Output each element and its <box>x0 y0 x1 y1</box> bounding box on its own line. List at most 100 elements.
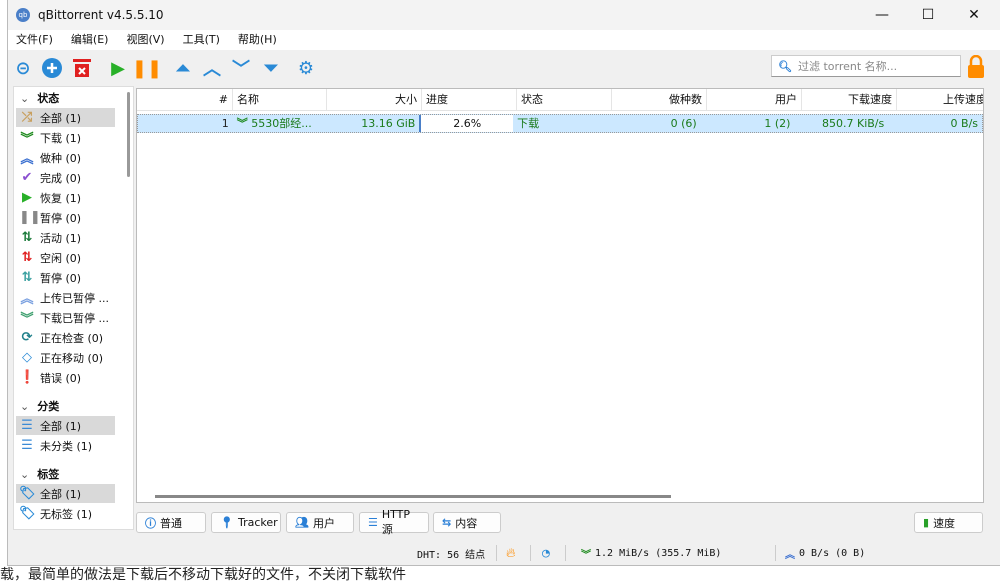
row-size: 13.16 GiB <box>361 117 416 130</box>
upload-speed-status[interactable]: ︽ 0 B/s (0 B) <box>785 543 865 563</box>
move-bottom-icon[interactable]: ⏷ <box>260 57 282 79</box>
minimize-button[interactable]: — <box>859 0 905 30</box>
download-speed-status[interactable]: ︾ 1.2 MiB/s (355.7 MiB) <box>581 543 721 563</box>
tab-label: 内容 <box>455 516 478 530</box>
row-num: 1 <box>221 117 229 130</box>
database-icon: ☰ <box>368 516 378 529</box>
status-icon: ︾ <box>20 132 34 147</box>
sidebar-status-item[interactable]: ⤮ 全部 (1) <box>16 108 115 127</box>
tab-peers[interactable]: 👥︎ 用户 <box>286 512 354 533</box>
tab-label: 速度 <box>933 516 956 530</box>
sidebar-status-item[interactable]: ︽ 做种 (0) <box>16 148 115 168</box>
options-icon[interactable]: ⚙ <box>295 57 317 79</box>
upload-arrow-icon: ︽ <box>785 549 795 561</box>
add-torrent-icon[interactable] <box>42 58 62 78</box>
sidebar-status-item[interactable]: ◇ 正在移动 (0) <box>16 348 115 367</box>
row-name: 5530部经... <box>251 117 312 130</box>
sidebar-status-item[interactable]: ⇅ 暂停 (0) <box>16 268 115 287</box>
status-label: 上传已暂停 ... <box>40 291 109 305</box>
col-progress[interactable]: 进度 <box>422 89 517 110</box>
close-button[interactable]: ✕ <box>951 0 997 30</box>
sidebar-status-item[interactable]: ︾ 下载 (1) <box>16 128 115 148</box>
speed-limit-gauge-icon[interactable]: ◔ <box>542 543 550 563</box>
col-size[interactable]: 大小 <box>327 89 422 110</box>
col-dl-speed[interactable]: 下载速度 <box>802 89 897 110</box>
status-icon: ⇅ <box>21 230 33 245</box>
col-seeds[interactable]: 做种数 <box>612 89 707 110</box>
tag-icon: 🏷︎ <box>19 486 36 501</box>
status-label: 下载 (1) <box>40 131 82 145</box>
status-label: 活动 (1) <box>40 231 82 245</box>
category-label: 全部 (1) <box>40 419 82 433</box>
maximize-button[interactable]: ☐ <box>905 0 951 30</box>
tags-header-label: 标签 <box>37 468 60 481</box>
sidebar: ⌄ 状态 ⤮ 全部 (1) ︾ 下载 (1) ︽ 做种 (0) ✔ 完成 (0) ▶ 恢复 (1) ❚… <box>13 86 134 530</box>
add-link-icon[interactable]: ⊝ <box>12 57 34 79</box>
move-down-icon[interactable]: ﹀ <box>230 57 252 80</box>
tags-section-header[interactable]: ⌄ 标签 <box>20 466 59 482</box>
sidebar-status-item[interactable]: ⇅ 活动 (1) <box>16 228 115 247</box>
filter-search-input[interactable]: 🔍︎ 过滤 torrent 名称... <box>771 55 961 77</box>
category-all[interactable]: ☰ 全部 (1) <box>16 416 115 435</box>
downloading-icon: ︾ <box>236 117 248 130</box>
sidebar-status-item[interactable]: ❚❚ 暂停 (0) <box>16 208 115 227</box>
status-label: 错误 (0) <box>40 371 82 385</box>
menu-help[interactable]: 帮助(H) <box>238 30 277 50</box>
col-ul-speed[interactable]: 上传速度 <box>897 89 983 110</box>
category-section-header[interactable]: ⌄ 分类 <box>20 398 59 414</box>
status-label: 做种 (0) <box>40 151 82 165</box>
tab-general[interactable]: ⓘ 普通 <box>136 512 206 533</box>
status-label: 下载已暂停 ... <box>40 311 109 325</box>
sidebar-status-item[interactable]: ✔ 完成 (0) <box>16 168 115 187</box>
status-section-header[interactable]: ⌄ 状态 <box>20 90 59 106</box>
sidebar-scrollbar[interactable] <box>127 92 130 177</box>
col-status[interactable]: 状态 <box>517 89 612 110</box>
menu-tools[interactable]: 工具(T) <box>183 30 220 50</box>
tag-label: 无标签 (1) <box>40 507 93 521</box>
status-icon: ︽ <box>20 292 34 307</box>
title-bar: qb qBittorrent v4.5.5.10 — ☐ ✕ <box>8 0 1000 30</box>
resume-icon[interactable]: ▶ <box>107 57 129 79</box>
menu-view[interactable]: 视图(V) <box>126 30 164 50</box>
status-icon: ▶ <box>22 190 32 205</box>
delete-icon[interactable] <box>72 58 92 78</box>
sidebar-status-item[interactable]: ⟳ 正在检查 (0) <box>16 328 115 347</box>
tab-tracker[interactable]: 📍︎ Tracker <box>211 512 281 533</box>
sidebar-status-item[interactable]: ︽ 上传已暂停 ... <box>16 288 115 308</box>
status-label: 正在移动 (0) <box>40 351 104 365</box>
tab-content[interactable]: ⇆ 内容 <box>433 512 501 533</box>
col-name[interactable]: 名称 <box>233 89 327 110</box>
col-num[interactable]: # <box>137 89 233 110</box>
status-label: 暂停 (0) <box>40 211 82 225</box>
sidebar-status-item[interactable]: ▶ 恢复 (1) <box>16 188 115 207</box>
status-icon: ✔ <box>21 170 33 185</box>
status-label: 全部 (1) <box>40 111 82 125</box>
sidebar-status-item[interactable]: ︾ 下载已暂停 ... <box>16 308 115 328</box>
sidebar-status-item[interactable]: ⇅ 空闲 (0) <box>16 248 115 267</box>
info-icon: ⓘ <box>145 516 156 530</box>
category-uncategorized[interactable]: ☰ 未分类 (1) <box>16 436 115 455</box>
bar-chart-icon: ▮ <box>923 516 930 529</box>
table-row[interactable]: 1 ︾ 5530部经... 13.16 GiB 2.6% 下载 0 (6) 1 … <box>137 114 983 133</box>
menu-edit[interactable]: 编辑(E) <box>71 30 109 50</box>
download-arrow-icon: ︾ <box>581 549 591 561</box>
move-up-icon[interactable]: ︿ <box>201 57 223 80</box>
row-peers: 1 (2) <box>764 117 791 130</box>
background-window-text: 载，最简单的做法是下载后不移动下载好的文件，不关闭下载软件 <box>0 567 406 583</box>
pause-icon[interactable]: ❚❚ <box>132 57 162 79</box>
horizontal-scrollbar[interactable] <box>155 495 671 498</box>
lock-icon[interactable] <box>966 55 986 79</box>
firewall-flame-icon[interactable]: 🔥︎ <box>506 543 516 563</box>
status-label: 恢复 (1) <box>40 191 82 205</box>
tab-http-sources[interactable]: ☰ HTTP 源 <box>359 508 429 536</box>
list-icon: ☰ <box>21 418 33 433</box>
menu-file[interactable]: 文件(F) <box>16 30 53 50</box>
move-top-icon[interactable]: ⏶ <box>172 57 194 79</box>
status-label: 完成 (0) <box>40 171 82 185</box>
col-peers[interactable]: 用户 <box>707 89 802 110</box>
sidebar-status-item[interactable]: ❗ 错误 (0) <box>16 368 115 387</box>
status-label: 空闲 (0) <box>40 251 82 265</box>
tag-untagged[interactable]: 🏷︎ 无标签 (1) <box>16 504 115 523</box>
tag-all[interactable]: 🏷︎ 全部 (1) <box>16 484 115 503</box>
tab-speed[interactable]: ▮ 速度 <box>914 512 983 533</box>
